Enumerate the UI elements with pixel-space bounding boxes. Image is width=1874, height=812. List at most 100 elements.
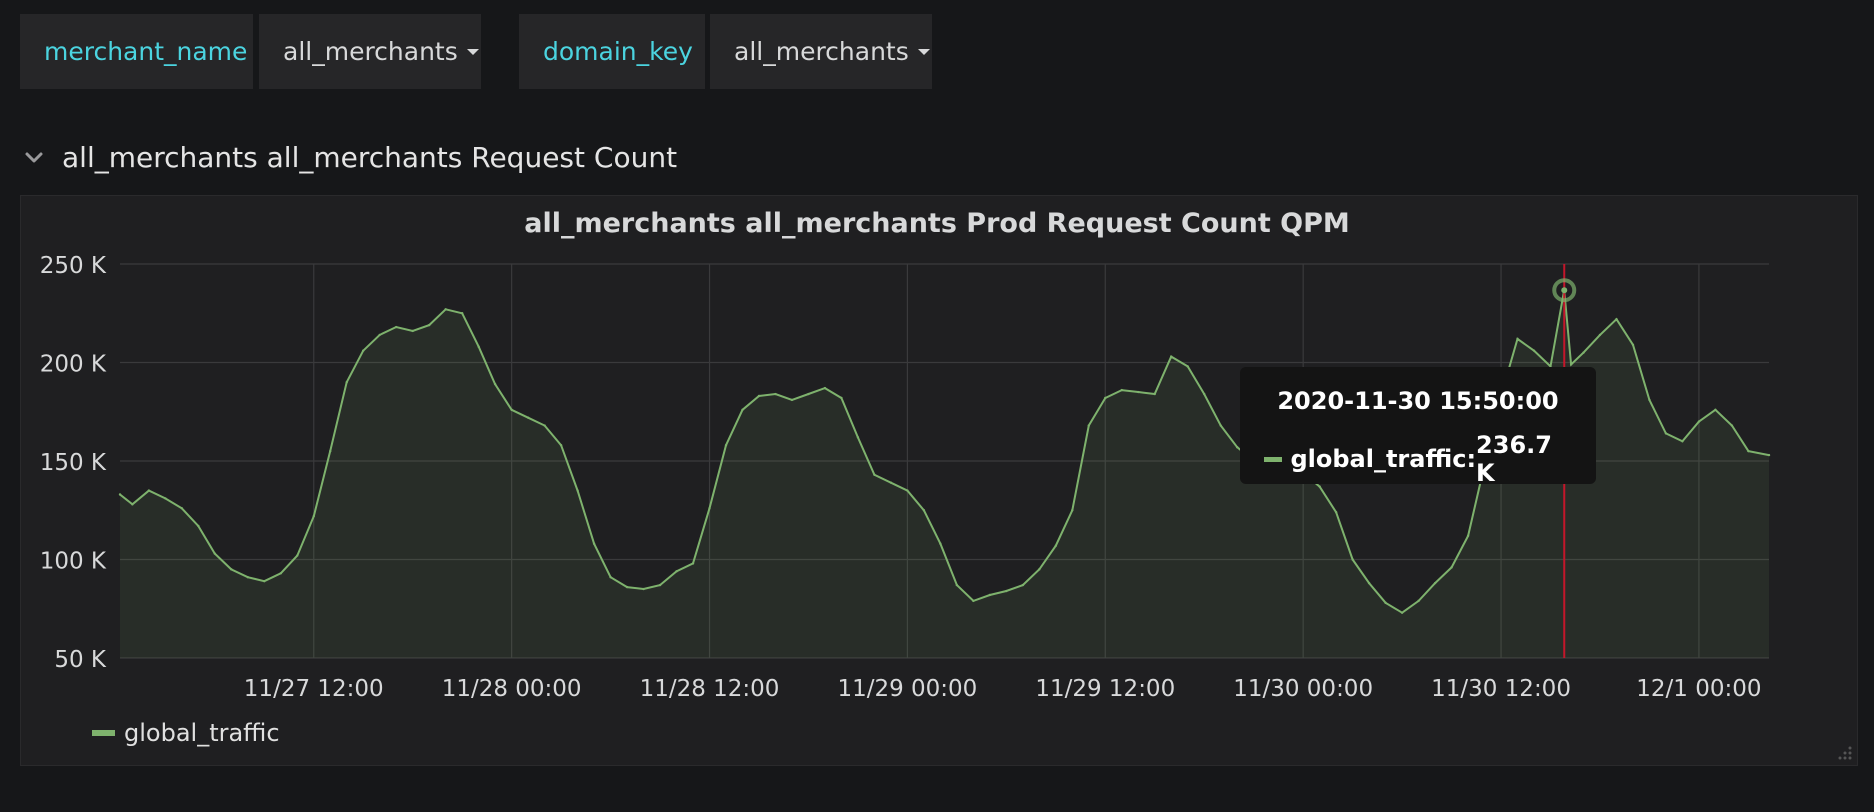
data-point xyxy=(1615,317,1618,321)
data-point xyxy=(939,542,942,545)
data-point xyxy=(1697,420,1701,423)
data-point xyxy=(444,308,447,311)
data-point xyxy=(1664,432,1668,435)
x-tick-label: 11/30 00:00 xyxy=(1233,676,1373,702)
data-point xyxy=(774,392,777,396)
data-point xyxy=(675,570,678,573)
x-tick-label: 12/1 00:00 xyxy=(1636,676,1761,702)
tooltip-row: global_traffic: 236.7 K xyxy=(1264,431,1576,487)
data-point xyxy=(1170,355,1173,358)
data-point xyxy=(1417,599,1420,603)
data-point xyxy=(1532,349,1536,352)
hover-tooltip: 2020-11-30 15:50:00 global_traffic: 236.… xyxy=(1240,367,1596,487)
legend-item[interactable]: global_traffic xyxy=(92,719,280,747)
data-point xyxy=(1120,388,1123,392)
y-tick-label: 100 K xyxy=(40,549,107,575)
data-point xyxy=(1021,583,1025,587)
data-point xyxy=(1071,509,1074,512)
data-point xyxy=(1400,611,1404,614)
data-point xyxy=(1450,566,1453,569)
data-point xyxy=(279,572,282,575)
data-point xyxy=(493,382,497,386)
y-tick-label: 250 K xyxy=(40,253,107,279)
data-point xyxy=(823,386,827,390)
y-tick-label: 200 K xyxy=(40,352,107,378)
data-point xyxy=(131,503,134,506)
data-point xyxy=(362,349,365,352)
data-point xyxy=(724,444,728,447)
data-point xyxy=(609,576,612,579)
data-point xyxy=(411,329,414,333)
x-tick-label: 11/28 12:00 xyxy=(640,676,780,702)
data-point xyxy=(1153,392,1156,396)
data-point xyxy=(1384,601,1387,605)
x-tick-label: 11/28 00:00 xyxy=(442,676,582,702)
data-point xyxy=(972,599,975,603)
x-tick-label: 11/27 12:00 xyxy=(244,676,384,702)
data-point xyxy=(807,392,810,396)
data-point xyxy=(1714,408,1717,411)
data-point xyxy=(1005,589,1008,593)
y-tick-label: 50 K xyxy=(54,647,107,673)
data-point xyxy=(213,552,217,555)
data-point xyxy=(1219,424,1222,427)
data-point xyxy=(1054,544,1058,547)
data-point xyxy=(197,524,200,528)
data-point xyxy=(873,473,876,476)
data-point xyxy=(460,312,464,315)
data-point xyxy=(741,408,744,411)
y-tick-label: 150 K xyxy=(40,450,107,476)
data-point xyxy=(955,583,959,587)
data-point xyxy=(856,436,860,439)
data-point xyxy=(757,394,761,398)
data-point xyxy=(1681,440,1684,443)
data-point xyxy=(1186,365,1189,368)
data-point xyxy=(1569,363,1573,366)
data-point xyxy=(1235,446,1239,449)
series-color-swatch xyxy=(1264,456,1283,462)
data-point xyxy=(1767,453,1771,457)
data-point xyxy=(691,562,695,565)
data-point xyxy=(1730,424,1734,427)
data-point xyxy=(230,568,233,571)
data-point xyxy=(840,396,843,400)
data-point xyxy=(1137,390,1140,394)
data-point xyxy=(1648,398,1651,402)
data-point xyxy=(1516,337,1519,341)
resize-handle-icon[interactable] xyxy=(1838,746,1852,760)
data-point xyxy=(312,514,315,518)
data-point xyxy=(164,497,167,500)
data-point xyxy=(1038,568,1041,571)
data-point xyxy=(1582,351,1585,354)
data-point xyxy=(395,325,398,329)
data-point xyxy=(180,507,184,510)
tooltip-value: 236.7 K xyxy=(1476,431,1552,487)
legend-label: global_traffic xyxy=(124,719,280,747)
data-point xyxy=(642,587,645,591)
data-point xyxy=(345,381,348,384)
x-tick-label: 11/29 00:00 xyxy=(837,676,977,702)
data-point xyxy=(658,583,662,587)
tooltip-time: 2020-11-30 15:50:00 xyxy=(1277,387,1559,415)
data-point xyxy=(477,345,480,348)
data-point xyxy=(1334,511,1338,514)
data-point xyxy=(1367,581,1371,585)
x-tick-label: 11/29 12:00 xyxy=(1035,676,1175,702)
data-point xyxy=(1631,343,1635,346)
data-point xyxy=(1104,396,1107,400)
data-point xyxy=(1351,558,1354,561)
data-point xyxy=(378,333,381,337)
data-point xyxy=(1433,581,1437,585)
data-point xyxy=(1747,449,1750,453)
data-point xyxy=(592,542,596,545)
data-point xyxy=(790,398,794,402)
tooltip-series-name: global_traffic: xyxy=(1290,445,1477,473)
hover-point xyxy=(1561,287,1568,294)
data-point xyxy=(1203,392,1206,396)
data-point xyxy=(922,509,926,512)
x-tick-label: 11/30 12:00 xyxy=(1431,676,1571,702)
data-point xyxy=(1598,333,1602,337)
data-point xyxy=(118,493,122,496)
legend-color-swatch xyxy=(92,730,115,736)
data-point xyxy=(246,576,249,579)
